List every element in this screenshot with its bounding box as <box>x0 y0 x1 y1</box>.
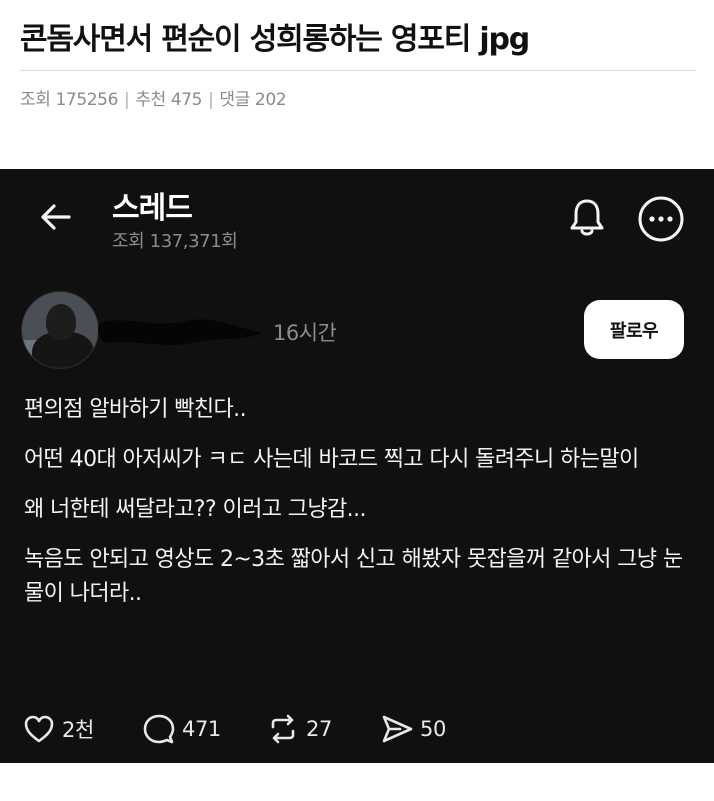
comments-label: 댓글 <box>219 90 250 110</box>
post-line: 편의점 알바하기 빡친다.. <box>24 397 247 422</box>
meta-separator: | <box>208 90 214 110</box>
thread-title: 스레드 <box>112 191 193 226</box>
post-meta: 조회 175256 | 추천 475 | 댓글 202 <box>20 85 696 110</box>
views-label: 조회 <box>20 90 51 110</box>
share-count: 50 <box>420 717 446 741</box>
threads-screenshot: 스레드 조회 137,371회 16시간 팔로우 편의점 알바하기 빡친다.. … <box>0 169 714 763</box>
redacted-username <box>98 319 262 345</box>
back-arrow-icon[interactable] <box>38 199 74 235</box>
like-count: 2천 <box>62 718 94 742</box>
avatar[interactable] <box>21 291 99 369</box>
follow-button[interactable]: 팔로우 <box>584 300 684 359</box>
recommend-count: 475 <box>170 90 203 110</box>
comments-count: 202 <box>254 90 287 110</box>
action-bar: 2천 471 27 50 <box>22 711 682 747</box>
post-timestamp: 16시간 <box>273 321 337 345</box>
repost-count: 27 <box>306 717 332 741</box>
post-line: 왜 너한테 써달라고?? 이러고 그냥감... <box>24 497 366 522</box>
thread-views: 조회 137,371회 <box>112 231 238 252</box>
post-line: 어떤 40대 아저씨가 ㅋㄷ 사는데 바코드 찍고 다시 돌려주니 하는말이 <box>24 447 639 472</box>
post-header: 콘돔사면서 편순이 성희롱하는 영포티 jpg 조회 175256 | 추천 475… <box>20 18 696 110</box>
repost-button[interactable]: 27 <box>266 711 332 747</box>
like-button[interactable]: 2천 <box>22 711 94 747</box>
meta-separator: | <box>124 90 130 110</box>
more-icon[interactable] <box>637 195 685 243</box>
post-title: 콘돔사면서 편순이 성희롱하는 영포티 jpg <box>20 22 530 57</box>
bell-icon[interactable] <box>567 196 607 238</box>
post-body: 편의점 알바하기 빡친다.. 어떤 40대 아저씨가 ㅋㄷ 사는데 바코드 찍고… <box>24 393 684 627</box>
recommend-label: 추천 <box>135 90 166 110</box>
share-button[interactable]: 50 <box>380 711 446 747</box>
share-icon <box>382 715 413 743</box>
views-count: 175256 <box>55 90 119 110</box>
reply-button[interactable]: 471 <box>142 711 221 747</box>
page-bottom <box>0 763 714 801</box>
title-divider <box>20 70 696 71</box>
reply-count: 471 <box>182 717 221 741</box>
comment-icon <box>143 714 175 744</box>
heart-icon <box>24 715 54 743</box>
post-line: 녹음도 안되고 영상도 2~3초 짧아서 신고 해봤자 못잡을꺼 같아서 그냥 … <box>24 547 683 606</box>
repost-icon <box>271 714 295 744</box>
